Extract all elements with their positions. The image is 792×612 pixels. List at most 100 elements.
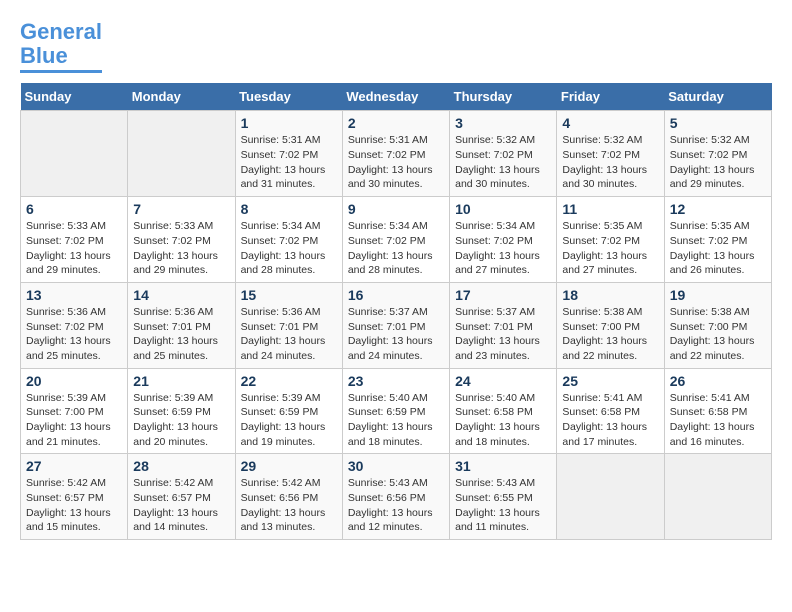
day-number: 4 [562,115,658,131]
calendar-cell: 30Sunrise: 5:43 AMSunset: 6:56 PMDayligh… [342,454,449,540]
calendar-cell: 1 Sunrise: 5:31 AMSunset: 7:02 PMDaylight… [235,111,342,197]
day-info: Sunrise: 5:42 AMSunset: 6:57 PMDaylight:… [133,476,229,535]
logo-underline [20,70,102,73]
calendar-cell: 12 Sunrise: 5:35 AMSunset: 7:02 PMDayligh… [664,197,771,283]
calendar-cell: 29 Sunrise: 5:42 AMSunset: 6:56 PMDayligh… [235,454,342,540]
day-number: 27 [26,458,122,474]
calendar-cell: 23 Sunrise: 5:40 AMSunset: 6:59 PMDayligh… [342,368,449,454]
day-number: 2 [348,115,444,131]
calendar-cell: 8Sunrise: 5:34 AMSunset: 7:02 PMDaylight… [235,197,342,283]
day-info: Sunrise: 5:38 AMSunset: 7:00 PMDaylight:… [562,305,658,364]
day-info: Sunrise: 5:35 AMSunset: 7:02 PMDaylight:… [562,219,658,278]
calendar-table: SundayMondayTuesdayWednesdayThursdayFrid… [20,83,772,540]
calendar-cell: 6 Sunrise: 5:33 AMSunset: 7:02 PMDaylight… [21,197,128,283]
calendar-cell: 31 Sunrise: 5:43 AMSunset: 6:55 PMDayligh… [450,454,557,540]
day-number: 13 [26,287,122,303]
calendar-cell: 15 Sunrise: 5:36 AMSunset: 7:01 PMDayligh… [235,282,342,368]
weekday-friday: Friday [557,83,664,111]
day-number: 22 [241,373,337,389]
calendar-cell: 13 Sunrise: 5:36 AMSunset: 7:02 PMDayligh… [21,282,128,368]
day-number: 21 [133,373,229,389]
calendar-cell: 21 Sunrise: 5:39 AMSunset: 6:59 PMDayligh… [128,368,235,454]
calendar-week-1: 1 Sunrise: 5:31 AMSunset: 7:02 PMDaylight… [21,111,772,197]
day-info: Sunrise: 5:36 AMSunset: 7:02 PMDaylight:… [26,305,122,364]
day-info: Sunrise: 5:37 AMSunset: 7:01 PMDaylight:… [348,305,444,364]
calendar-header: SundayMondayTuesdayWednesdayThursdayFrid… [21,83,772,111]
calendar-cell: 24 Sunrise: 5:40 AMSunset: 6:58 PMDayligh… [450,368,557,454]
calendar-cell: 20 Sunrise: 5:39 AMSunset: 7:00 PMDayligh… [21,368,128,454]
calendar-cell [557,454,664,540]
calendar-cell: 18 Sunrise: 5:38 AMSunset: 7:00 PMDayligh… [557,282,664,368]
day-number: 28 [133,458,229,474]
day-number: 18 [562,287,658,303]
day-info: Sunrise: 5:36 AMSunset: 7:01 PMDaylight:… [133,305,229,364]
day-number: 12 [670,201,766,217]
day-number: 6 [26,201,122,217]
calendar-cell: 7 Sunrise: 5:33 AMSunset: 7:02 PMDaylight… [128,197,235,283]
day-info: Sunrise: 5:40 AMSunset: 6:58 PMDaylight:… [455,391,551,450]
day-info: Sunrise: 5:31 AMSunset: 7:02 PMDaylight:… [348,133,444,192]
day-number: 10 [455,201,551,217]
calendar-cell: 28 Sunrise: 5:42 AMSunset: 6:57 PMDayligh… [128,454,235,540]
calendar-cell: 25Sunrise: 5:41 AMSunset: 6:58 PMDayligh… [557,368,664,454]
calendar-cell: 16 Sunrise: 5:37 AMSunset: 7:01 PMDayligh… [342,282,449,368]
calendar-cell: 9Sunrise: 5:34 AMSunset: 7:02 PMDaylight… [342,197,449,283]
day-number: 19 [670,287,766,303]
calendar-cell: 10Sunrise: 5:34 AMSunset: 7:02 PMDayligh… [450,197,557,283]
day-info: Sunrise: 5:32 AMSunset: 7:02 PMDaylight:… [455,133,551,192]
day-info: Sunrise: 5:32 AMSunset: 7:02 PMDaylight:… [562,133,658,192]
day-info: Sunrise: 5:32 AMSunset: 7:02 PMDaylight:… [670,133,766,192]
day-info: Sunrise: 5:34 AMSunset: 7:02 PMDaylight:… [348,219,444,278]
day-info: Sunrise: 5:41 AMSunset: 6:58 PMDaylight:… [670,391,766,450]
calendar-cell [128,111,235,197]
day-number: 24 [455,373,551,389]
weekday-thursday: Thursday [450,83,557,111]
day-number: 1 [241,115,337,131]
calendar-cell: 4 Sunrise: 5:32 AMSunset: 7:02 PMDaylight… [557,111,664,197]
day-number: 7 [133,201,229,217]
day-info: Sunrise: 5:33 AMSunset: 7:02 PMDaylight:… [133,219,229,278]
day-number: 30 [348,458,444,474]
day-info: Sunrise: 5:42 AMSunset: 6:57 PMDaylight:… [26,476,122,535]
calendar-week-3: 13 Sunrise: 5:36 AMSunset: 7:02 PMDayligh… [21,282,772,368]
day-info: Sunrise: 5:41 AMSunset: 6:58 PMDaylight:… [562,391,658,450]
weekday-wednesday: Wednesday [342,83,449,111]
logo: General Blue [20,20,102,73]
day-info: Sunrise: 5:38 AMSunset: 7:00 PMDaylight:… [670,305,766,364]
calendar-week-4: 20 Sunrise: 5:39 AMSunset: 7:00 PMDayligh… [21,368,772,454]
weekday-monday: Monday [128,83,235,111]
calendar-week-2: 6 Sunrise: 5:33 AMSunset: 7:02 PMDaylight… [21,197,772,283]
calendar-cell: 14 Sunrise: 5:36 AMSunset: 7:01 PMDayligh… [128,282,235,368]
calendar-cell: 17Sunrise: 5:37 AMSunset: 7:01 PMDayligh… [450,282,557,368]
day-info: Sunrise: 5:31 AMSunset: 7:02 PMDaylight:… [241,133,337,192]
day-info: Sunrise: 5:40 AMSunset: 6:59 PMDaylight:… [348,391,444,450]
day-info: Sunrise: 5:39 AMSunset: 7:00 PMDaylight:… [26,391,122,450]
day-info: Sunrise: 5:35 AMSunset: 7:02 PMDaylight:… [670,219,766,278]
calendar-week-5: 27 Sunrise: 5:42 AMSunset: 6:57 PMDayligh… [21,454,772,540]
day-number: 3 [455,115,551,131]
day-number: 20 [26,373,122,389]
day-number: 29 [241,458,337,474]
calendar-cell: 19 Sunrise: 5:38 AMSunset: 7:00 PMDayligh… [664,282,771,368]
day-info: Sunrise: 5:43 AMSunset: 6:55 PMDaylight:… [455,476,551,535]
calendar-cell [664,454,771,540]
day-info: Sunrise: 5:36 AMSunset: 7:01 PMDaylight:… [241,305,337,364]
day-info: Sunrise: 5:33 AMSunset: 7:02 PMDaylight:… [26,219,122,278]
weekday-saturday: Saturday [664,83,771,111]
day-info: Sunrise: 5:42 AMSunset: 6:56 PMDaylight:… [241,476,337,535]
weekday-tuesday: Tuesday [235,83,342,111]
logo-blue: Blue [20,43,68,68]
day-number: 16 [348,287,444,303]
calendar-cell: 27 Sunrise: 5:42 AMSunset: 6:57 PMDayligh… [21,454,128,540]
day-number: 31 [455,458,551,474]
calendar-cell: 2 Sunrise: 5:31 AMSunset: 7:02 PMDaylight… [342,111,449,197]
calendar-body: 1 Sunrise: 5:31 AMSunset: 7:02 PMDaylight… [21,111,772,540]
calendar-cell: 11 Sunrise: 5:35 AMSunset: 7:02 PMDayligh… [557,197,664,283]
day-info: Sunrise: 5:39 AMSunset: 6:59 PMDaylight:… [133,391,229,450]
day-number: 26 [670,373,766,389]
day-number: 8 [241,201,337,217]
day-number: 23 [348,373,444,389]
day-number: 11 [562,201,658,217]
day-number: 15 [241,287,337,303]
day-number: 14 [133,287,229,303]
